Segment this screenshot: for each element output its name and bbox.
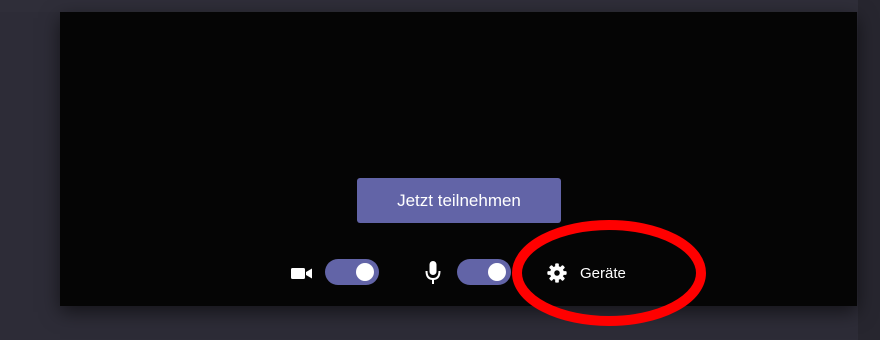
top-bar — [0, 0, 880, 12]
join-now-button[interactable]: Jetzt teilnehmen — [357, 178, 561, 223]
camera-toggle[interactable] — [325, 259, 379, 285]
microphone-toggle[interactable] — [457, 259, 511, 285]
meeting-prejoin-screen: Jetzt teilnehmen Geräte — [0, 0, 880, 340]
side-shade — [858, 0, 880, 340]
gear-icon — [547, 263, 567, 283]
devices-button[interactable]: Geräte — [546, 258, 626, 288]
video-preview — [60, 12, 857, 306]
video-camera-icon — [291, 268, 312, 279]
microphone-icon — [425, 261, 441, 284]
toggle-knob — [488, 263, 506, 281]
devices-label: Geräte — [580, 264, 626, 282]
toggle-knob — [356, 263, 374, 281]
